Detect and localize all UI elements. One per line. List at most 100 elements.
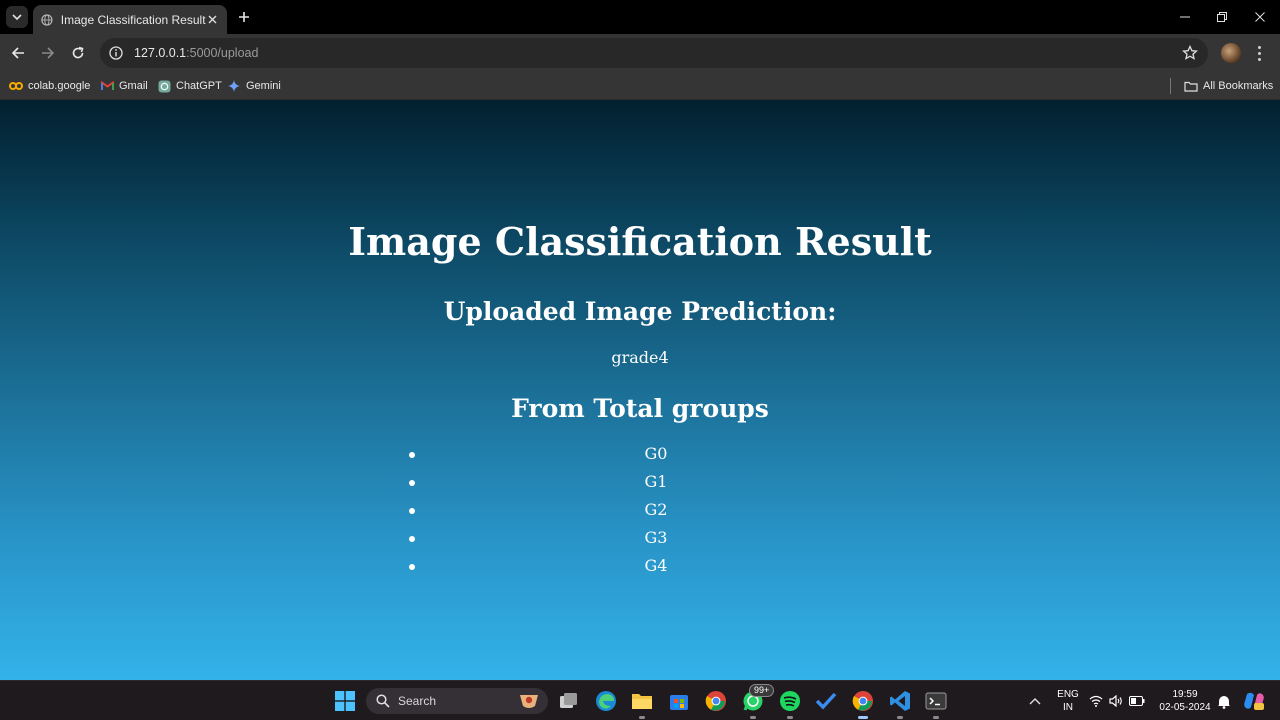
store-icon (670, 695, 688, 710)
tab-title: Image Classification Result (60, 12, 206, 27)
bookmark-chatgpt[interactable]: ChatGPT (157, 77, 222, 95)
groups-heading: From Total groups (511, 394, 769, 423)
back-button[interactable] (7, 42, 29, 64)
prediction-value: grade4 (611, 348, 669, 367)
taskbar-file-explorer[interactable] (630, 689, 654, 719)
bookmark-gmail[interactable]: Gmail (100, 77, 148, 95)
groups-list: G0 G1 G2 G3 G4 (400, 440, 912, 580)
browser-toolbar: 127.0.0.1:5000/upload (0, 34, 1280, 72)
plus-icon (239, 12, 249, 22)
search-label: Search (398, 694, 437, 708)
new-tab-button[interactable] (234, 7, 254, 27)
taskbar-store[interactable] (667, 689, 691, 713)
bookmarks-bar: colab.google Gmail ChatGPT Gemini All Bo… (0, 72, 1280, 100)
task-view-icon (560, 693, 577, 708)
arrow-right-icon (42, 47, 55, 59)
start-button[interactable] (333, 689, 357, 713)
site-info-button[interactable] (108, 45, 124, 61)
group-item: G4 (400, 552, 912, 580)
taskbar-search[interactable]: Search (366, 688, 548, 714)
wifi-icon (1089, 695, 1103, 707)
language-line1: ENG (1057, 689, 1079, 700)
language-indicator[interactable]: ENG IN (1053, 688, 1083, 714)
task-view-button[interactable] (557, 689, 581, 713)
taskbar-chrome-active[interactable] (851, 689, 875, 719)
bookmark-gemini[interactable]: Gemini (227, 77, 281, 95)
reload-icon (72, 46, 84, 59)
taskbar-spotify[interactable] (778, 689, 802, 719)
bookmark-label: Gemini (246, 80, 281, 92)
taskbar: Search 99+ ENG IN 19:59 02-05-2024 (0, 680, 1280, 720)
taskbar-todo[interactable] (814, 689, 838, 713)
group-item: G0 (400, 440, 912, 468)
profile-avatar[interactable] (1221, 43, 1241, 63)
close-window-button[interactable] (1248, 6, 1272, 28)
taskbar-chrome[interactable] (704, 689, 728, 713)
forward-button[interactable] (37, 42, 59, 64)
taskbar-edge[interactable] (594, 689, 618, 713)
clock[interactable]: 19:59 02-05-2024 (1156, 688, 1214, 714)
chevron-up-icon (1029, 698, 1041, 705)
bookmark-label: colab.google (28, 80, 91, 92)
search-highlight-icon (520, 695, 538, 708)
windows-logo-icon (335, 691, 355, 711)
chevron-down-icon (12, 14, 22, 21)
system-status-button[interactable] (1089, 689, 1145, 713)
copilot-button[interactable] (1242, 689, 1266, 713)
arrow-left-icon (11, 47, 24, 59)
chrome-icon (705, 691, 726, 711)
checkmark-icon (815, 692, 837, 710)
battery-icon (1129, 696, 1145, 706)
url-host: 127.0.0.1 (134, 46, 187, 60)
globe-icon (41, 13, 53, 26)
prediction-heading: Uploaded Image Prediction: (443, 297, 837, 326)
all-bookmarks-button[interactable]: All Bookmarks (1184, 77, 1273, 95)
clock-time: 19:59 (1172, 689, 1198, 700)
taskbar-vscode[interactable] (888, 689, 912, 719)
minimize-button[interactable] (1173, 6, 1197, 28)
gmail-icon (100, 79, 114, 93)
page-title: Image Classification Result (348, 219, 932, 264)
url-path: :5000/upload (186, 46, 259, 60)
spotify-icon (780, 691, 800, 711)
language-line2: IN (1063, 702, 1073, 713)
search-icon (376, 694, 390, 708)
bookmark-label: ChatGPT (176, 80, 222, 92)
info-icon (109, 46, 123, 60)
bookmark-label: Gmail (119, 80, 148, 92)
close-tab-button[interactable] (206, 12, 219, 28)
show-hidden-icons-button[interactable] (1023, 689, 1047, 713)
group-item: G2 (400, 496, 912, 524)
restore-button[interactable] (1210, 6, 1234, 28)
bookmark-star-icon[interactable] (1182, 45, 1198, 61)
tab-search-button[interactable] (6, 6, 28, 28)
close-icon (208, 15, 217, 24)
browser-title-bar: Image Classification Result (0, 0, 1280, 34)
minimize-icon (1180, 16, 1190, 18)
terminal-icon (925, 692, 947, 710)
all-bookmarks-label: All Bookmarks (1203, 80, 1274, 92)
group-item: G1 (400, 468, 912, 496)
browser-menu-button[interactable] (1252, 42, 1266, 64)
notification-badge: 99+ (749, 684, 775, 697)
edge-icon (596, 691, 616, 711)
chrome-icon (852, 691, 873, 711)
folder-icon (1184, 79, 1198, 93)
volume-icon (1109, 695, 1122, 707)
notifications-button[interactable] (1212, 689, 1236, 713)
copilot-icon (1244, 692, 1264, 710)
bookmark-colab[interactable]: colab.google (9, 77, 90, 95)
vscode-icon (890, 691, 910, 711)
colab-icon (9, 79, 23, 93)
group-item: G3 (400, 524, 912, 552)
close-icon (1255, 12, 1265, 22)
clock-date: 02-05-2024 (1159, 702, 1211, 713)
address-bar[interactable]: 127.0.0.1:5000/upload (100, 38, 1208, 68)
reload-button[interactable] (67, 42, 89, 64)
active-tab[interactable]: Image Classification Result (33, 5, 227, 34)
folder-icon (632, 694, 652, 709)
restore-icon (1217, 12, 1227, 22)
bell-icon (1218, 695, 1230, 709)
taskbar-terminal[interactable] (924, 689, 948, 719)
bookmarks-divider (1170, 78, 1171, 94)
